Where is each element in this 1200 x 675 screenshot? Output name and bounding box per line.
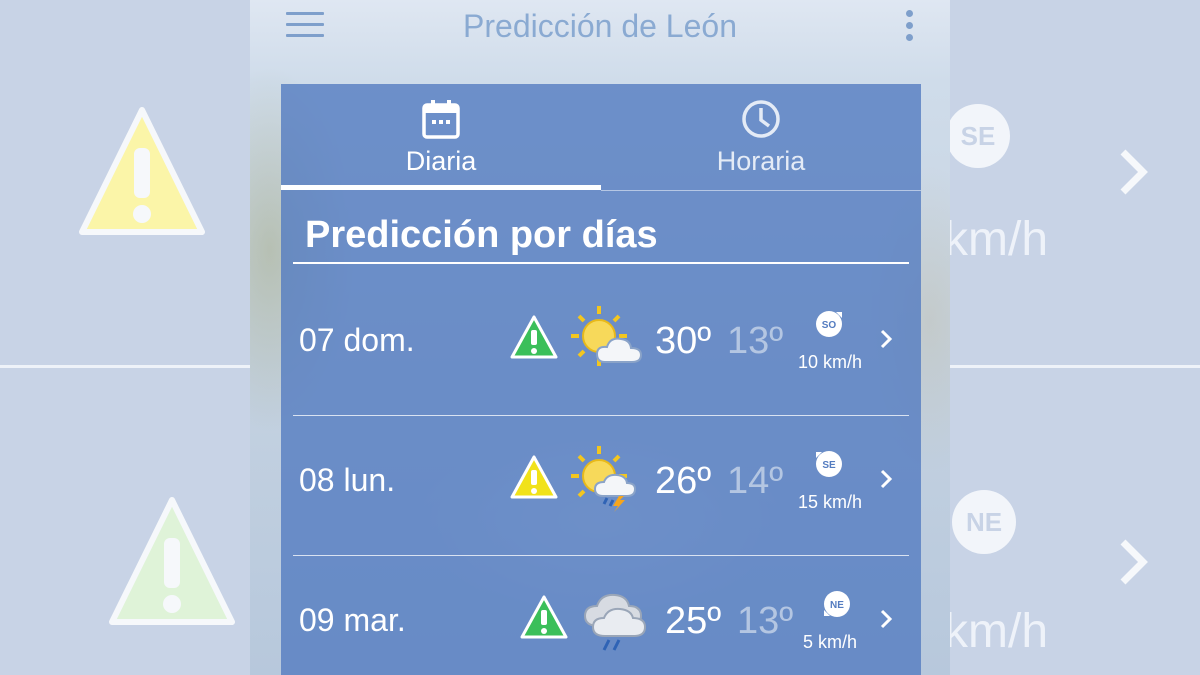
svg-text:NE: NE [830, 600, 844, 611]
min-temperature: 13º [727, 320, 784, 362]
chevron-right-icon [1120, 539, 1148, 585]
day-row[interactable]: 08 lun. 26º 14º SE 15 km/h [293, 416, 909, 556]
tab-bar: Diaria Horaria [281, 84, 921, 191]
wind-speed: 15 km/h [797, 492, 863, 512]
day-row[interactable]: 07 dom. 30º 13º SO 10 km/h [293, 276, 909, 416]
svg-text:SE: SE [822, 460, 836, 471]
warning-icon [109, 497, 235, 625]
wind-unit: km/h [950, 605, 1049, 658]
svg-text:SO: SO [822, 320, 837, 331]
app-screen: Predicción de León Diaria Horaria Predic… [250, 0, 950, 675]
background-left [0, 0, 250, 675]
warning-icon [79, 107, 205, 235]
chevron-right-icon [880, 329, 893, 349]
section-title: Predicción por días [305, 214, 658, 256]
wind-direction-icon: SO [816, 311, 842, 337]
chevron-right-icon [1120, 149, 1148, 195]
warning-icon [510, 455, 558, 499]
wind-badge: NE [952, 490, 1016, 554]
tab-hourly[interactable]: Horaria [601, 84, 921, 190]
sun-cloud-storm-icon [571, 446, 637, 512]
warning-icon [520, 595, 568, 639]
active-tab-indicator [281, 185, 601, 190]
wind-speed: 10 km/h [797, 352, 863, 372]
wind-direction-icon: SE [816, 451, 842, 477]
background-divider [0, 365, 250, 368]
wind-speed: 5 km/h [802, 632, 858, 652]
max-temperature: 26º [655, 460, 712, 502]
sun-cloud-icon [571, 306, 643, 366]
day-label: 07 dom. [299, 322, 415, 358]
tab-label: Horaria [716, 146, 806, 176]
day-label: 09 mar. [299, 602, 406, 638]
tab-daily[interactable]: Diaria [281, 84, 601, 190]
app-bar: Predicción de León [250, 0, 950, 56]
chevron-right-icon [880, 469, 893, 489]
chevron-right-icon [880, 609, 893, 629]
wind-badge: SE [950, 104, 1010, 168]
cloud-rain-icon [583, 593, 647, 651]
wind-unit: km/h [950, 213, 1049, 266]
clock-icon [742, 100, 780, 138]
background-right: SE km/h NE km/h [950, 0, 1200, 675]
tab-divider [601, 190, 921, 191]
wind-direction-icon: NE [824, 591, 850, 617]
min-temperature: 14º [727, 460, 784, 502]
background-divider [950, 365, 1200, 368]
section-divider [293, 262, 909, 264]
warning-icon [510, 315, 558, 359]
app-title: Predicción de León [463, 8, 737, 44]
max-temperature: 25º [665, 600, 722, 642]
more-options-button[interactable] [902, 10, 918, 44]
day-label: 08 lun. [299, 462, 396, 498]
day-row[interactable]: 09 mar. 25º 13º NE 5 km/h [293, 556, 909, 675]
forecast-panel: Diaria Horaria Predicción por días 07 do… [281, 84, 921, 675]
max-temperature: 30º [655, 320, 712, 362]
tab-label: Diaria [405, 146, 477, 176]
calendar-icon [422, 100, 460, 139]
